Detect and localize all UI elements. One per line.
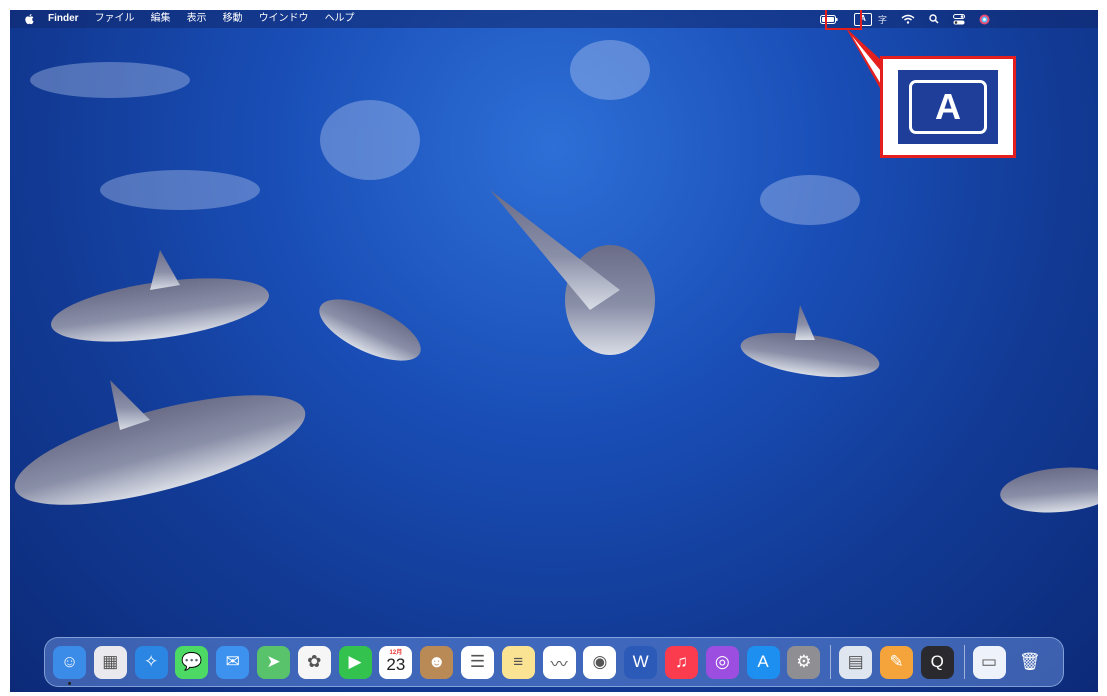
trash-glyph: 🗑 xyxy=(1019,652,1041,671)
pages-glyph: ✎ xyxy=(889,652,904,671)
dock-word-icon[interactable]: W xyxy=(624,645,658,679)
dock-chrome-icon[interactable]: ◉ xyxy=(583,645,617,679)
dock-finder-icon[interactable]: ☺ xyxy=(53,645,86,685)
dock-notes-icon[interactable]: ≡ xyxy=(501,645,535,679)
photos-glyph: ✿ xyxy=(307,652,322,671)
dock-app-store-icon[interactable]: A xyxy=(746,645,780,679)
dock-launchpad-icon[interactable]: ▦ xyxy=(93,645,127,679)
freeform-glyph: 〰 xyxy=(550,654,568,674)
dock-safari-icon[interactable]: ✧ xyxy=(134,645,168,679)
app-store-glyph: A xyxy=(757,652,769,671)
dock-freeform-icon[interactable]: 〰 xyxy=(542,645,576,679)
input-mode-zoom-icon: A xyxy=(909,80,987,134)
dock-separator xyxy=(963,645,965,679)
calendar-month-label: 12月 xyxy=(389,649,403,656)
mail-glyph: ✉ xyxy=(225,652,240,671)
dock-music-icon[interactable]: ♫ xyxy=(664,645,698,679)
zoom-callout: A xyxy=(880,56,1016,158)
dock-trash-icon[interactable]: 🗑 xyxy=(1013,646,1046,679)
dock-podcasts-icon[interactable]: ◎ xyxy=(705,645,739,679)
maps-glyph: ➤ xyxy=(266,652,281,671)
dock-calendar-icon[interactable]: 12月 23 xyxy=(379,645,413,679)
dock-maps-icon[interactable]: ➤ xyxy=(256,645,290,679)
quicktime-glyph: Q xyxy=(930,652,944,671)
contacts-glyph: ☻ xyxy=(427,652,446,671)
calendar-day-label: 23 xyxy=(386,655,406,674)
dock-pages-icon[interactable]: ✎ xyxy=(879,645,913,679)
dock-preview-icon[interactable]: ▤ xyxy=(839,645,873,679)
dock-facetime-icon[interactable]: ▶ xyxy=(338,645,372,679)
reminders-glyph: ☰ xyxy=(469,652,486,671)
dock-reminders-icon[interactable]: ☰ xyxy=(460,645,494,679)
finder-glyph: ☺ xyxy=(60,652,79,671)
dock-messages-icon[interactable]: 💬 xyxy=(175,645,209,679)
podcasts-glyph: ◎ xyxy=(714,652,730,671)
dock-separator xyxy=(830,645,832,679)
running-indicator xyxy=(68,681,71,685)
launchpad-glyph: ▦ xyxy=(102,652,119,671)
preview-glyph: ▤ xyxy=(847,652,864,671)
dock-system-settings-icon[interactable]: ⚙ xyxy=(787,645,821,679)
dock-mail-icon[interactable]: ✉ xyxy=(216,645,250,679)
chrome-glyph: ◉ xyxy=(592,652,608,671)
messages-glyph: 💬 xyxy=(181,652,203,671)
music-glyph: ♫ xyxy=(675,652,688,671)
dock-photos-icon[interactable]: ✿ xyxy=(297,645,331,679)
dock: ☺ ▦ ✧ 💬 ✉ ➤ ✿ ▶ 12月 23 ☻ ☰ ≡ 〰 ◉ W ♫ ◎ A ⚙ ▤ ✎ Q ▭ 🗑 xyxy=(44,637,1064,687)
desktop: Finder ファイル 編集 表示 移動 ウインドウ ヘルプ A 字 A ☺ ▦… xyxy=(10,10,1098,692)
facetime-glyph: ▶ xyxy=(348,652,362,671)
word-glyph: W xyxy=(632,652,649,671)
zoom-callout-background: A xyxy=(898,70,998,144)
system-settings-glyph: ⚙ xyxy=(796,652,812,671)
dock-downloads-stack-icon[interactable]: ▭ xyxy=(972,645,1006,679)
dock-quicktime-icon[interactable]: Q xyxy=(920,645,954,679)
safari-glyph: ✧ xyxy=(143,652,159,671)
notes-glyph: ≡ xyxy=(513,652,524,671)
dock-contacts-icon[interactable]: ☻ xyxy=(420,645,454,679)
downloads-stack-glyph: ▭ xyxy=(981,652,998,671)
